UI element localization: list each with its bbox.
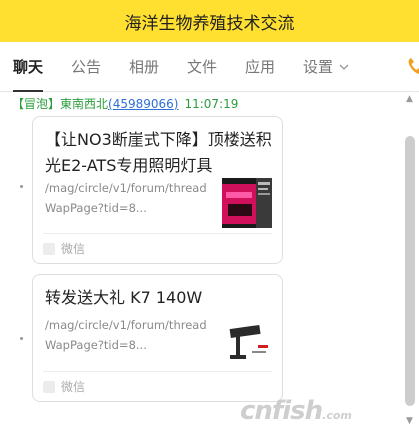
tab-album-label: 相册 [129, 58, 160, 76]
tab-album[interactable]: 相册 [129, 42, 159, 92]
wechat-icon [43, 242, 55, 255]
message-bullet [20, 185, 23, 188]
sender-tag: 【冒泡】 [12, 97, 61, 111]
message-bullet [20, 337, 23, 340]
chevron-down-icon [339, 60, 349, 73]
card-thumbnail [222, 178, 272, 228]
card-footer: 微信 [43, 371, 272, 401]
sender-name[interactable]: 東南西北 [60, 97, 108, 111]
vertical-scrollbar[interactable]: ▲ ▼ [401, 92, 419, 430]
card-title: 转发送大礼 K7 140W [45, 288, 203, 307]
tab-chat-label: 聊天 [13, 58, 44, 76]
card-url: /mag/circle/v1/forum/threadWapPage?tid=8… [45, 181, 207, 215]
scrollbar-thumb[interactable] [405, 136, 415, 406]
tab-apps[interactable]: 应用 [245, 42, 275, 92]
sender-id-link[interactable]: 45989066 [113, 97, 174, 111]
shared-link-card[interactable]: 转发送大礼 K7 140W /mag/circle/v1/forum/threa… [32, 274, 283, 402]
wechat-icon [43, 380, 55, 393]
group-title: 海洋生物养殖技术交流 [124, 13, 295, 34]
tab-settings-label: 设置 [303, 58, 334, 76]
card-url: /mag/circle/v1/forum/threadWapPage?tid=8… [45, 318, 207, 352]
tab-settings[interactable]: 设置 [303, 42, 349, 92]
lamp-thumbnail-icon [222, 315, 272, 365]
tab-apps-label: 应用 [245, 58, 276, 76]
card-source: 微信 [61, 380, 86, 394]
card-source: 微信 [61, 242, 86, 256]
sender-id-close: ) [173, 97, 179, 111]
tab-announcement-label: 公告 [71, 58, 102, 76]
group-title-bar: 海洋生物养殖技术交流 [0, 0, 419, 42]
tab-bar: 聊天 公告 相册 文件 应用 设置 [0, 42, 419, 92]
message-sender-line: 【冒泡】東南西北(45989066) 11:07:19 [12, 95, 238, 112]
card-footer: 微信 [43, 233, 272, 263]
tab-files-label: 文件 [187, 58, 218, 76]
shared-link-card[interactable]: 【让NO3断崖式下降】顶楼送积光E2-ATS专用照明灯具 /mag/circle… [32, 116, 283, 264]
tab-files[interactable]: 文件 [187, 42, 217, 92]
message-time: 11:07:19 [184, 97, 239, 111]
product-thumbnail-icon [222, 178, 272, 228]
card-thumbnail [222, 315, 272, 365]
scroll-down-arrow-icon[interactable]: ▼ [406, 416, 413, 426]
card-title: 【让NO3断崖式下降】顶楼送积光E2-ATS专用照明灯具 [45, 130, 272, 175]
phone-icon[interactable] [407, 56, 419, 76]
scroll-up-arrow-icon[interactable]: ▲ [406, 94, 413, 104]
tab-chat[interactable]: 聊天 [13, 42, 44, 92]
chat-message-area: 【冒泡】東南西北(45989066) 11:07:19 【让NO3断崖式下降】顶楼… [0, 92, 400, 430]
tab-announcement[interactable]: 公告 [71, 42, 101, 92]
